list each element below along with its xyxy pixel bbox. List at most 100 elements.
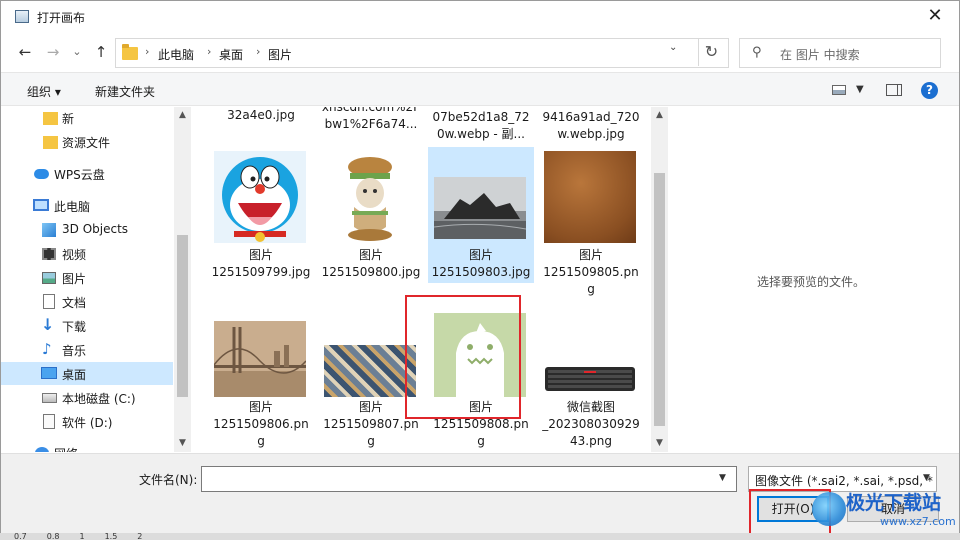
address-bar[interactable]: › 此电脑 › 桌面 › 图片 <box>115 38 729 68</box>
ruler-tick: 1 <box>79 533 85 540</box>
organize-button[interactable]: 组织 ▾ <box>27 83 61 100</box>
new-folder-button[interactable]: 新建文件夹 <box>95 83 155 100</box>
filename-label: 文件名(N): <box>139 473 198 487</box>
sidebar-item-label: 资源文件 <box>62 136 111 150</box>
file-caption: 微信截图 _202308030929 43.png <box>542 400 640 448</box>
sidebar-item-resources[interactable]: 资源文件 <box>1 131 173 154</box>
sidebar-item-videos[interactable]: 视频 <box>1 243 173 266</box>
bridge-thumbnail <box>214 321 306 397</box>
sea-rock-thumbnail <box>434 177 526 239</box>
sidebar-item-drive-c[interactable]: 本地磁盘 (C:) <box>1 387 173 410</box>
refresh-icon[interactable]: ↻ <box>698 38 724 66</box>
sidebar-item-label: 音乐 <box>62 344 87 358</box>
breadcrumb-this-pc[interactable]: 此电脑 <box>158 46 194 63</box>
sidebar-item-label: 视频 <box>62 248 87 262</box>
search-icon: ⚲ <box>752 45 762 60</box>
navigation-pane: 新 资源文件 WPS云盘 此电脑 3D Objects 视频 图片 文档 ↓ 下… <box>1 107 191 452</box>
window-title: 打开画布 <box>37 11 86 25</box>
file-item[interactable]: 图片 1251509799.jpg <box>208 147 314 283</box>
download-icon: ↓ <box>41 315 55 334</box>
keyboard-thumbnail <box>544 365 636 393</box>
sidebar-item-music[interactable]: ♪ 音乐 <box>1 339 173 362</box>
preview-pane-icon[interactable] <box>886 84 902 96</box>
file-item[interactable]: 图片 1251509805.pn g <box>538 147 644 299</box>
scroll-up-arrow-icon[interactable]: ▲ <box>174 107 191 124</box>
file-caption: 图片 1251509803.jpg <box>431 248 531 279</box>
command-toolbar: 组织 ▾ 新建文件夹 ▼ ? <box>1 72 959 106</box>
app-window-icon <box>15 10 29 23</box>
sidebar-item-3d-objects[interactable]: 3D Objects <box>1 219 173 242</box>
cube-icon <box>42 223 56 237</box>
filename-input[interactable] <box>201 466 737 492</box>
file-caption[interactable]: 32a4e0.jpg <box>208 107 314 124</box>
sidebar-item-desktop[interactable]: 桌面 <box>1 362 173 385</box>
ruler-tick: 1.5 <box>104 533 118 540</box>
filename-dropdown-icon[interactable]: ▼ <box>719 473 726 483</box>
sidebar-item-label: 3D Objects <box>62 222 129 236</box>
view-dropdown-icon[interactable]: ▼ <box>856 84 864 95</box>
sidebar-item-downloads[interactable]: ↓ 下载 <box>1 315 173 338</box>
search-input[interactable]: ⚲ 在 图片 中搜索 <box>739 38 941 68</box>
doraemon-thumbnail <box>214 151 306 243</box>
file-list: 32a4e0.jpg xhscdn.com%2F bw1%2F6a74... 0… <box>192 107 650 452</box>
sidebar-item-documents[interactable]: 文档 <box>1 291 173 314</box>
breadcrumb-separator: › <box>256 45 261 58</box>
breadcrumb-desktop[interactable]: 桌面 <box>219 46 243 63</box>
file-item[interactable]: 微信截图 _202308030929 43.png <box>538 315 644 451</box>
sidebar-item-this-pc[interactable]: 此电脑 <box>1 195 173 218</box>
music-icon: ♪ <box>42 340 52 358</box>
sidebar-item-label: 下载 <box>62 320 87 334</box>
highlight-box <box>405 295 521 419</box>
sidebar-item-pictures[interactable]: 图片 <box>1 267 173 290</box>
back-arrow-icon[interactable]: ← <box>15 42 35 62</box>
file-caption[interactable]: 9416a91ad_720 w.webp.jpg <box>538 109 644 143</box>
burger-cat-thumbnail <box>324 151 416 243</box>
scroll-up-arrow-icon[interactable]: ▲ <box>651 107 668 124</box>
city-thumbnail <box>324 345 416 397</box>
address-dropdown-icon[interactable]: ⌄ <box>669 42 677 53</box>
title-bar: 打开画布 ✕ <box>1 1 959 32</box>
open-canvas-dialog: 打开画布 ✕ ← → ⌄ ↑ › 此电脑 › 桌面 › 图片 ⌄ ↻ ⚲ 在 图… <box>0 0 960 533</box>
file-item[interactable]: 图片 1251509806.pn g <box>208 315 314 451</box>
watermark-url: www.xz7.com <box>880 515 956 528</box>
sidebar-item-wps-cloud[interactable]: WPS云盘 <box>1 163 173 186</box>
watermark-logo-icon <box>812 492 846 526</box>
breadcrumb-pictures[interactable]: 图片 <box>268 46 292 63</box>
sidebar-scroll-thumb[interactable] <box>177 235 188 397</box>
network-icon <box>35 447 49 452</box>
sidebar-item-label: 此电脑 <box>54 200 91 214</box>
ruler-tick: 0.7 <box>14 533 27 540</box>
scroll-down-arrow-icon[interactable]: ▼ <box>651 435 668 452</box>
desktop-icon <box>41 367 57 379</box>
sidebar-item-drive-d[interactable]: 软件 (D:) <box>1 411 173 434</box>
up-arrow-icon[interactable]: ↑ <box>91 42 111 62</box>
close-icon[interactable]: ✕ <box>923 5 947 27</box>
file-caption[interactable]: 07be52d1a8_72 0w.webp - 副... <box>428 109 534 143</box>
folder-icon <box>122 44 138 60</box>
video-icon <box>42 248 56 260</box>
sidebar-item-label: 本地磁盘 (C:) <box>62 392 136 406</box>
sidebar-item-new[interactable]: 新 <box>1 107 173 130</box>
breadcrumb-separator: › <box>207 45 212 58</box>
drive-icon <box>43 414 55 429</box>
scroll-down-arrow-icon[interactable]: ▼ <box>174 435 191 452</box>
sidebar-item-label: 文档 <box>62 296 87 310</box>
preview-pane: 选择要预览的文件。 <box>669 107 959 452</box>
document-icon <box>43 294 55 309</box>
sidebar-item-network[interactable]: 网络 <box>1 442 173 452</box>
file-caption[interactable]: xhscdn.com%2F bw1%2F6a74... <box>318 107 424 133</box>
recent-locations-chevron-icon[interactable]: ⌄ <box>67 42 87 62</box>
sidebar-item-label: 图片 <box>62 272 87 286</box>
change-view-icon[interactable] <box>832 85 846 95</box>
file-caption: 图片 1251509805.pn g <box>543 248 639 296</box>
file-list-scroll-thumb[interactable] <box>654 173 665 426</box>
file-item[interactable]: 图片 1251509800.jpg <box>318 147 424 283</box>
help-icon[interactable]: ? <box>921 82 938 99</box>
ruler-tick: 0.8 <box>46 533 60 540</box>
forward-arrow-icon[interactable]: → <box>43 42 63 62</box>
file-caption: 图片 1251509806.pn g <box>213 400 309 448</box>
sidebar-item-label: 软件 (D:) <box>62 416 113 430</box>
leather-thumbnail <box>544 151 636 243</box>
filetype-dropdown-icon[interactable]: ▼ <box>923 473 930 483</box>
file-item[interactable]: 图片 1251509803.jpg <box>428 147 534 283</box>
